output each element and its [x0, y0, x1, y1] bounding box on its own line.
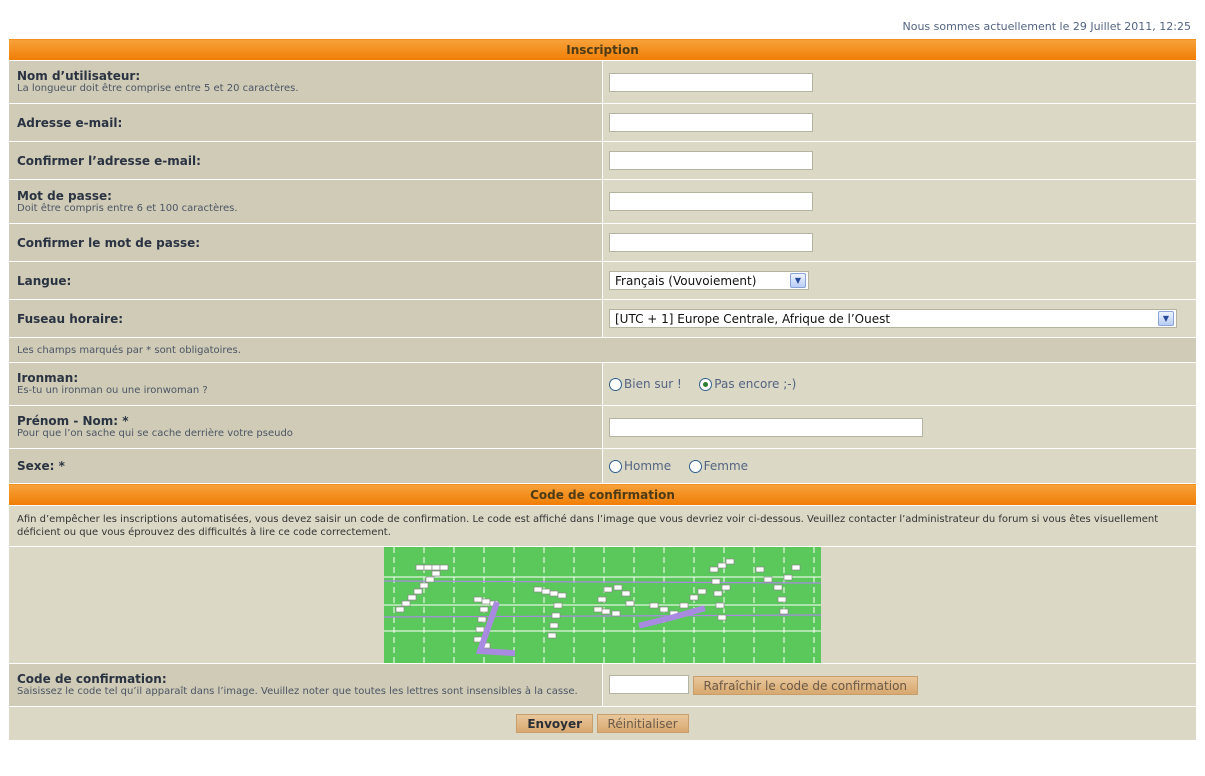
fullname-input[interactable] — [609, 417, 923, 437]
password-confirm-label-cell: Confirmer le mot de passe: — [8, 223, 603, 262]
language-label: Langue: — [17, 273, 72, 288]
fullname-hint: Pour que l’on sache qui se cache derrièr… — [17, 428, 293, 439]
email-confirm-label-cell: Confirmer l’adresse e-mail: — [8, 141, 603, 180]
email-confirm-label: Confirmer l’adresse e-mail: — [17, 153, 201, 168]
email-confirm-input[interactable] — [609, 151, 813, 170]
username-label: Nom d’utilisateur: — [17, 69, 141, 83]
password-label: Mot de passe: — [17, 188, 112, 203]
confirmation-code-value-cell: Rafraîchir le code de confirmation — [602, 663, 1197, 707]
username-label-cell: Nom d’utilisateur: La longueur doit être… — [8, 60, 603, 104]
username-input[interactable] — [609, 72, 813, 92]
current-date-text: Nous sommes actuellement le 29 Juillet 2… — [902, 20, 1192, 33]
language-selected-value: Français (Vouvoiement) — [615, 273, 757, 288]
timezone-label: Fuseau horaire: — [17, 311, 124, 326]
email-label: Adresse e-mail: — [17, 115, 123, 130]
confirmation-explanation: Afin d’empêcher les inscriptions automat… — [8, 505, 1197, 547]
sex-value-cell: Homme Femme — [602, 448, 1197, 484]
required-fields-note: Les champs marqués par * sont obligatoir… — [8, 337, 1197, 363]
email-input[interactable] — [609, 113, 813, 132]
captcha-image — [384, 547, 821, 663]
timezone-select[interactable]: [UTC + 1] Europe Centrale, Afrique de l’… — [609, 309, 1177, 328]
confirmation-code-input[interactable] — [609, 675, 689, 694]
ironman-hint: Es-tu un ironman ou une ironwoman ? — [17, 385, 208, 396]
password-input[interactable] — [609, 192, 813, 211]
sex-option-female-label[interactable]: Femme — [704, 459, 748, 473]
password-hint: Doit être compris entre 6 et 100 caractè… — [17, 202, 238, 214]
language-select[interactable]: Français (Vouvoiement) ▼ — [609, 271, 809, 290]
ironman-label: Ironman: — [17, 371, 79, 385]
confirmation-code-label-cell: Code de confirmation: Saisissez le code … — [8, 663, 603, 707]
fullname-value-cell — [602, 405, 1197, 449]
ironman-label-cell: Ironman: Es-tu un ironman ou une ironwom… — [8, 362, 603, 406]
form-buttons: Envoyer Réinitialiser — [8, 706, 1197, 741]
password-value-cell — [602, 179, 1197, 224]
section-title-inscription: Inscription — [8, 38, 1197, 61]
captcha-cell — [8, 546, 1197, 664]
ironman-value-cell: Bien sur ! Pas encore ;-) — [602, 362, 1197, 406]
reset-button[interactable]: Réinitialiser — [596, 714, 689, 733]
registration-form: Inscription Nom d’utilisateur: La longue… — [8, 38, 1197, 741]
timezone-value-cell: [UTC + 1] Europe Centrale, Afrique de l’… — [602, 299, 1197, 338]
password-confirm-value-cell — [602, 223, 1197, 262]
language-value-cell: Français (Vouvoiement) ▼ — [602, 261, 1197, 300]
confirmation-code-label: Code de confirmation: — [17, 672, 167, 686]
email-confirm-value-cell — [602, 141, 1197, 180]
email-label-cell: Adresse e-mail: — [8, 103, 603, 142]
chevron-down-icon[interactable]: ▼ — [1158, 311, 1174, 326]
sex-label: Sexe: * — [17, 459, 65, 473]
sex-label-cell: Sexe: * — [8, 448, 603, 484]
timezone-label-cell: Fuseau horaire: — [8, 299, 603, 338]
section-title-confirmation: Code de confirmation — [8, 483, 1197, 506]
ironman-option-yes-label[interactable]: Bien sur ! — [624, 377, 682, 391]
email-value-cell — [602, 103, 1197, 142]
password-label-cell: Mot de passe: Doit être compris entre 6 … — [8, 179, 603, 224]
confirmation-code-hint: Saisissez le code tel qu’il apparaît dan… — [17, 686, 578, 697]
password-confirm-input[interactable] — [609, 233, 813, 252]
username-value-cell — [602, 60, 1197, 104]
form-table: Inscription Nom d’utilisateur: La longue… — [8, 38, 1197, 741]
ironman-radio-yes[interactable] — [609, 377, 622, 391]
sex-option-male-label[interactable]: Homme — [624, 459, 671, 473]
timezone-selected-value: [UTC + 1] Europe Centrale, Afrique de l’… — [615, 311, 891, 326]
sex-radio-female[interactable] — [688, 459, 702, 473]
sex-radio-male[interactable] — [609, 459, 622, 473]
language-label-cell: Langue: — [8, 261, 603, 300]
fullname-label: Prénom - Nom: * — [17, 414, 129, 428]
username-hint: La longueur doit être comprise entre 5 e… — [17, 83, 299, 94]
password-confirm-label: Confirmer le mot de passe: — [17, 235, 201, 250]
chevron-down-icon[interactable]: ▼ — [790, 273, 806, 288]
top-bar: Nous sommes actuellement le 29 Juillet 2… — [0, 0, 1205, 38]
ironman-option-no-label[interactable]: Pas encore ;-) — [714, 377, 796, 391]
fullname-label-cell: Prénom - Nom: * Pour que l’on sache qui … — [8, 405, 603, 449]
refresh-captcha-button[interactable]: Rafraîchir le code de confirmation — [692, 676, 919, 695]
submit-button[interactable]: Envoyer — [516, 714, 594, 733]
ironman-radio-no[interactable] — [699, 377, 713, 391]
